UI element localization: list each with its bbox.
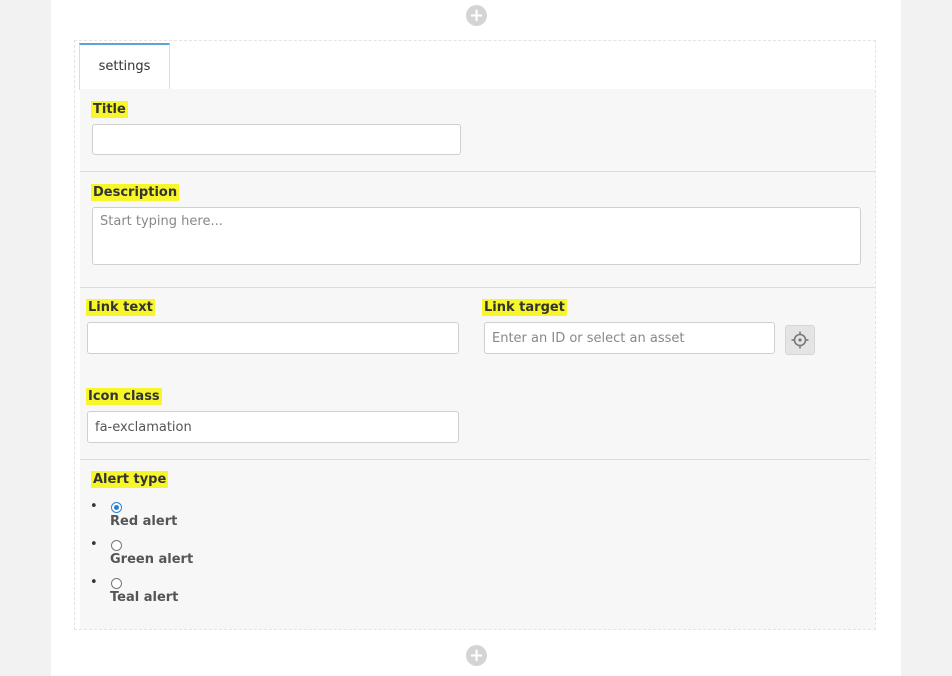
divider	[80, 287, 875, 288]
bullet: •	[90, 537, 98, 552]
description-textarea[interactable]	[92, 207, 861, 265]
radio-button[interactable]	[111, 578, 122, 589]
bullet: •	[90, 575, 98, 590]
divider	[80, 459, 870, 460]
link-text-input[interactable]	[87, 322, 459, 354]
plus-circle-icon: +	[468, 645, 485, 666]
settings-block: settings Title Description Link text Lin…	[74, 40, 876, 630]
radio-button[interactable]	[111, 540, 122, 551]
radio-label: Teal alert	[110, 590, 179, 605]
icon-class-label: Icon class	[86, 388, 162, 405]
title-label: Title	[91, 101, 128, 118]
title-input[interactable]	[92, 124, 461, 155]
settings-panel: Title Description Link text Link target …	[80, 89, 875, 629]
radio-button[interactable]	[111, 502, 122, 513]
divider	[80, 171, 875, 172]
radio-label: Red alert	[110, 514, 178, 529]
crosshair-icon	[791, 331, 809, 349]
alert-type-label: Alert type	[91, 471, 169, 488]
plus-circle-icon: +	[468, 5, 485, 26]
description-label: Description	[91, 184, 180, 201]
tab-bar: settings	[79, 43, 873, 90]
link-target-input[interactable]	[484, 322, 775, 354]
asset-picker-button[interactable]	[785, 325, 815, 355]
bullet: •	[90, 499, 98, 514]
radio-label: Green alert	[110, 552, 194, 567]
tab-settings[interactable]: settings	[79, 43, 170, 89]
icon-class-input[interactable]	[87, 411, 459, 443]
link-target-label: Link target	[482, 299, 567, 316]
link-text-label: Link text	[86, 299, 155, 316]
add-block-top-button[interactable]: +	[466, 5, 487, 26]
add-block-bottom-button[interactable]: +	[466, 645, 487, 666]
